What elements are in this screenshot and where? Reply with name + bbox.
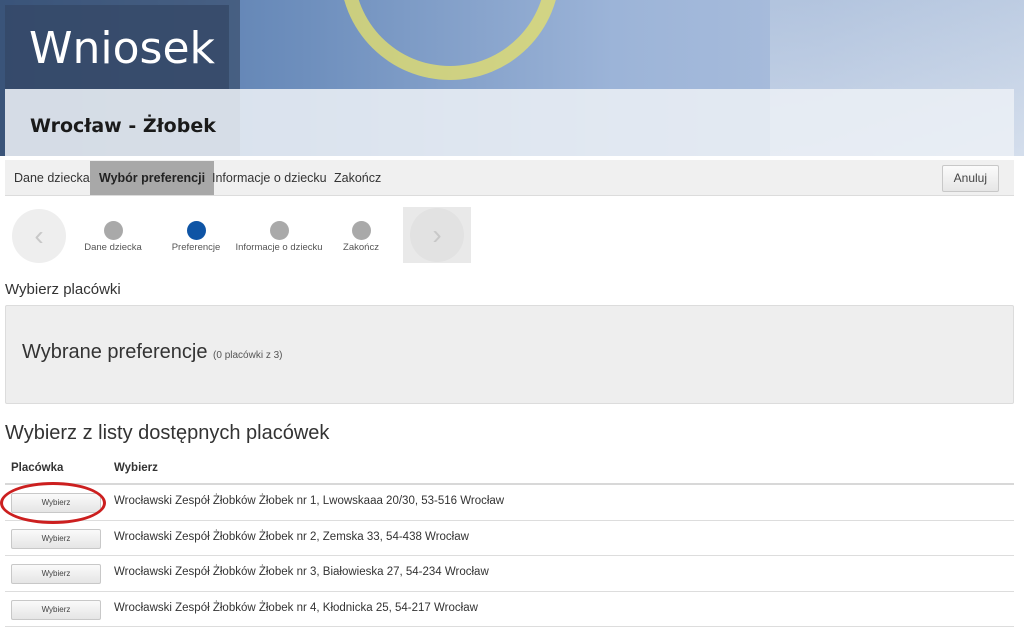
facility-name: Wrocławski Zespół Żłobków Żłobek nr 4, K…	[114, 601, 478, 614]
column-header-placowka: Placówka	[11, 462, 64, 474]
section-label: Wybierz placówki	[5, 281, 121, 298]
tab-wybor-preferencji[interactable]: Wybór preferencji	[90, 161, 215, 195]
select-facility-button[interactable]: Wybierz	[11, 599, 101, 620]
next-step-container: ›	[403, 207, 471, 263]
table-header: Placówka Wybierz	[5, 456, 1014, 485]
chevron-right-icon: ›	[432, 219, 442, 250]
select-facility-button[interactable]: Wybierz	[11, 564, 101, 584]
page-title: Wniosek	[29, 23, 216, 74]
facility-name: Wrocławski Zespół Żłobków Żłobek nr 3, B…	[114, 566, 489, 578]
step-indicator	[269, 221, 289, 240]
page-title-box: Wniosek	[5, 5, 229, 89]
tab-zakoncz[interactable]: Zakończ	[325, 161, 390, 195]
tab-dane-dziecka[interactable]: Dane dziecka	[5, 161, 99, 195]
preferences-count: (0 placówki z 3)	[213, 350, 283, 361]
banner-decoration	[340, 0, 560, 80]
facilities-table: Placówka Wybierz Wybierz Wrocławski Zesp…	[5, 456, 1014, 627]
step-zakoncz[interactable]: Zakończ	[316, 221, 406, 253]
cancel-button[interactable]: Anuluj	[941, 165, 999, 192]
preferences-title: Wybrane preferencje (0 placówki z 3)	[22, 341, 283, 364]
select-facility-button[interactable]: Wybierz	[11, 528, 101, 549]
table-row: Wybierz Wrocławski Zespół Żłobków Żłobek…	[5, 556, 1014, 592]
previous-step-button[interactable]: ‹	[12, 209, 66, 263]
step-label: Zakończ	[343, 242, 379, 253]
header-banner: Wniosek Wrocław - Żłobek	[0, 0, 1024, 156]
facility-name: Wrocławski Zespół Żłobków Żłobek nr 2, Z…	[114, 530, 469, 543]
available-list-title: Wybierz z listy dostępnych placówek	[5, 422, 330, 444]
tab-informacje-o-dziecku[interactable]: Informacje o dziecku	[203, 161, 336, 195]
next-step-button[interactable]: ›	[410, 208, 464, 262]
step-indicator	[103, 221, 123, 240]
selected-preferences-panel: Wybrane preferencje (0 placówki z 3)	[5, 305, 1014, 404]
facility-name: Wrocławski Zespół Żłobków Żłobek nr 1, L…	[114, 495, 505, 507]
step-indicator	[351, 221, 371, 240]
step-indicator-current	[186, 221, 206, 240]
table-row: Wybierz Wrocławski Zespół Żłobków Żłobek…	[5, 592, 1014, 627]
step-label: Dane dziecka	[84, 242, 142, 253]
step-label: Informacje o dziecku	[235, 242, 323, 253]
column-header-wybierz: Wybierz	[114, 462, 158, 474]
preferences-heading: Wybrane preferencje	[22, 341, 208, 363]
page-subtitle-box: Wrocław - Żłobek	[5, 89, 1014, 156]
chevron-left-icon: ‹	[34, 220, 44, 251]
step-label: Preferencje	[171, 242, 221, 253]
wizard-tabs: Dane dziecka Wybór preferencji Informacj…	[5, 160, 1014, 196]
highlight-annotation	[0, 482, 106, 524]
table-row: Wybierz Wrocławski Zespół Żłobków Żłobek…	[5, 485, 1014, 521]
step-dane-dziecka[interactable]: Dane dziecka	[68, 221, 158, 253]
table-row: Wybierz Wrocławski Zespół Żłobków Żłobek…	[5, 521, 1014, 556]
step-preferencje[interactable]: Preferencje	[151, 221, 241, 253]
page-subtitle: Wrocław - Żłobek	[30, 115, 216, 137]
step-informacje-o-dziecku[interactable]: Informacje o dziecku	[234, 221, 324, 253]
